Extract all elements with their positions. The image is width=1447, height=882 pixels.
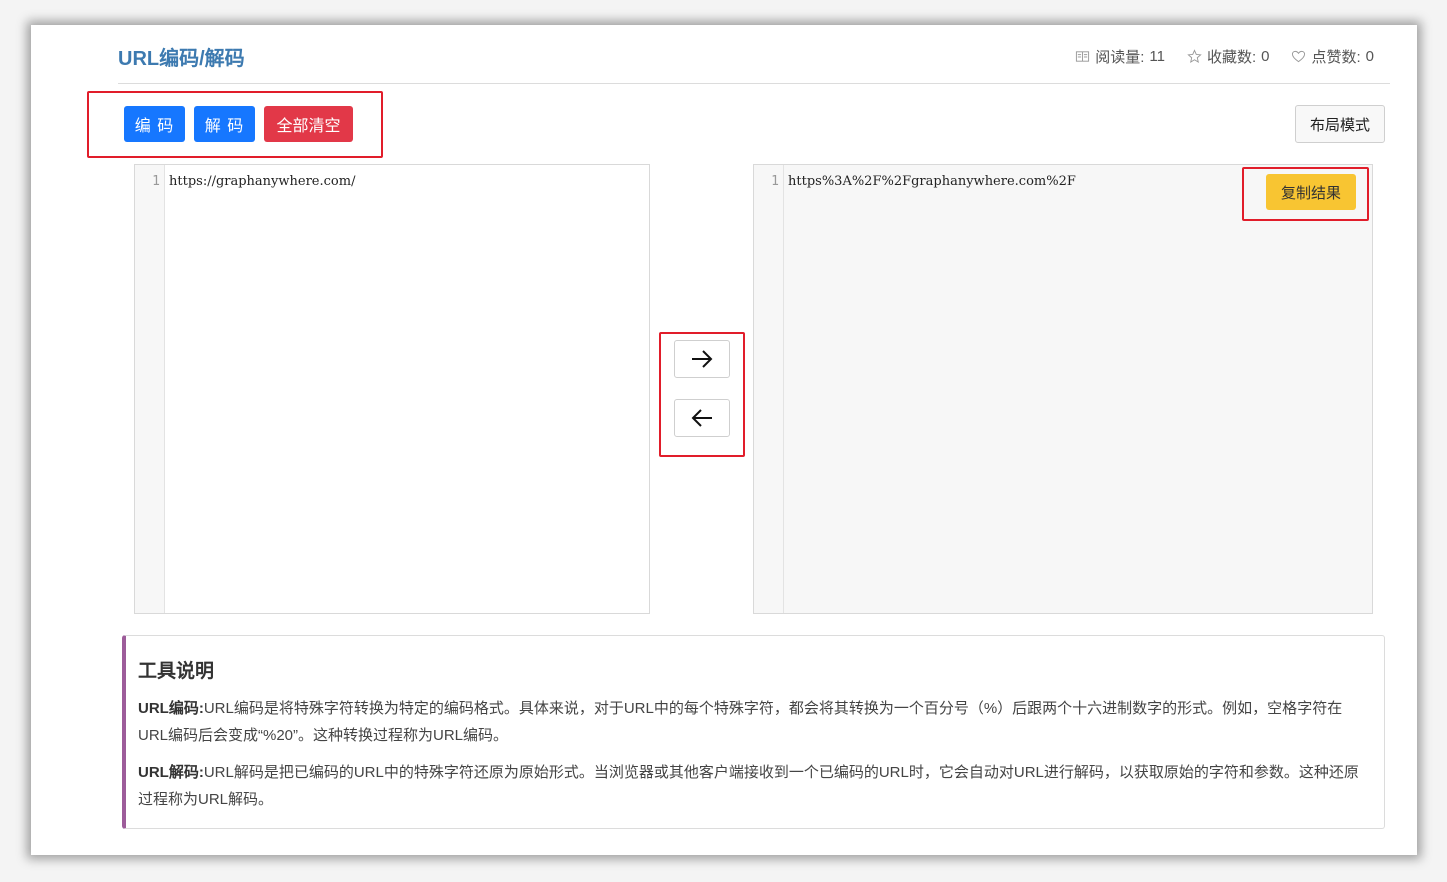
description-decode-text: URL解码是把已编码的URL中的特殊字符还原为原始形式。当浏览器或其他客户端接收… <box>138 764 1359 808</box>
book-icon <box>1076 51 1090 62</box>
input-editor[interactable]: 1 https://graphanywhere.com/ <box>134 164 650 614</box>
encode-arrow-button[interactable] <box>674 340 730 378</box>
stats-bar: 阅读量: 11 收藏数: 0 点赞数: 0 <box>1075 46 1374 67</box>
input-line-numbers: 1 <box>135 165 165 613</box>
description-encode-term: URL编码: <box>138 700 204 717</box>
like-count[interactable]: 点赞数: 0 <box>1291 46 1374 67</box>
heart-icon <box>1292 50 1306 63</box>
decode-button[interactable]: 解 码 <box>194 106 255 142</box>
read-count: 阅读量: 11 <box>1075 46 1165 67</box>
like-count-value: 0 <box>1365 48 1374 65</box>
read-count-value: 11 <box>1149 48 1165 65</box>
favorite-count-value: 0 <box>1261 48 1270 65</box>
decode-arrow-button[interactable] <box>674 399 730 437</box>
arrow-left-icon <box>691 409 712 427</box>
favorite-count[interactable]: 收藏数: 0 <box>1187 46 1270 67</box>
description-encode: URL编码:URL编码是将特殊字符转换为特定的编码格式。具体来说，对于URL中的… <box>138 695 1370 749</box>
page-title: URL编码/解码 <box>118 48 245 70</box>
star-icon <box>1187 49 1202 63</box>
output-line-number: 1 <box>771 174 779 189</box>
read-count-label: 阅读量: <box>1095 49 1145 66</box>
description-title: 工具说明 <box>138 661 215 682</box>
encode-button[interactable]: 编 码 <box>124 106 185 142</box>
like-count-label: 点赞数: <box>1311 49 1361 66</box>
description-encode-text: URL编码是将特殊字符转换为特定的编码格式。具体来说，对于URL中的每个特殊字符… <box>138 700 1343 744</box>
output-text[interactable]: https%3A%2F%2Fgraphanywhere.com%2F <box>788 174 1076 189</box>
header-divider <box>118 83 1390 84</box>
output-editor[interactable]: 1 https%3A%2F%2Fgraphanywhere.com%2F <box>753 164 1373 614</box>
clear-all-button[interactable]: 全部清空 <box>264 106 353 142</box>
copy-result-button[interactable]: 复制结果 <box>1266 174 1356 210</box>
input-text[interactable]: https://graphanywhere.com/ <box>169 174 355 189</box>
input-line-number: 1 <box>152 174 160 189</box>
description-decode-term: URL解码: <box>138 764 204 781</box>
layout-mode-button[interactable]: 布局模式 <box>1295 105 1385 143</box>
output-line-numbers: 1 <box>754 165 784 613</box>
favorite-count-label: 收藏数: <box>1206 49 1257 66</box>
tool-description: 工具说明 URL编码:URL编码是将特殊字符转换为特定的编码格式。具体来说，对于… <box>122 635 1385 829</box>
arrow-right-icon <box>692 350 713 368</box>
description-decode: URL解码:URL解码是把已编码的URL中的特殊字符还原为原始形式。当浏览器或其… <box>138 759 1370 813</box>
